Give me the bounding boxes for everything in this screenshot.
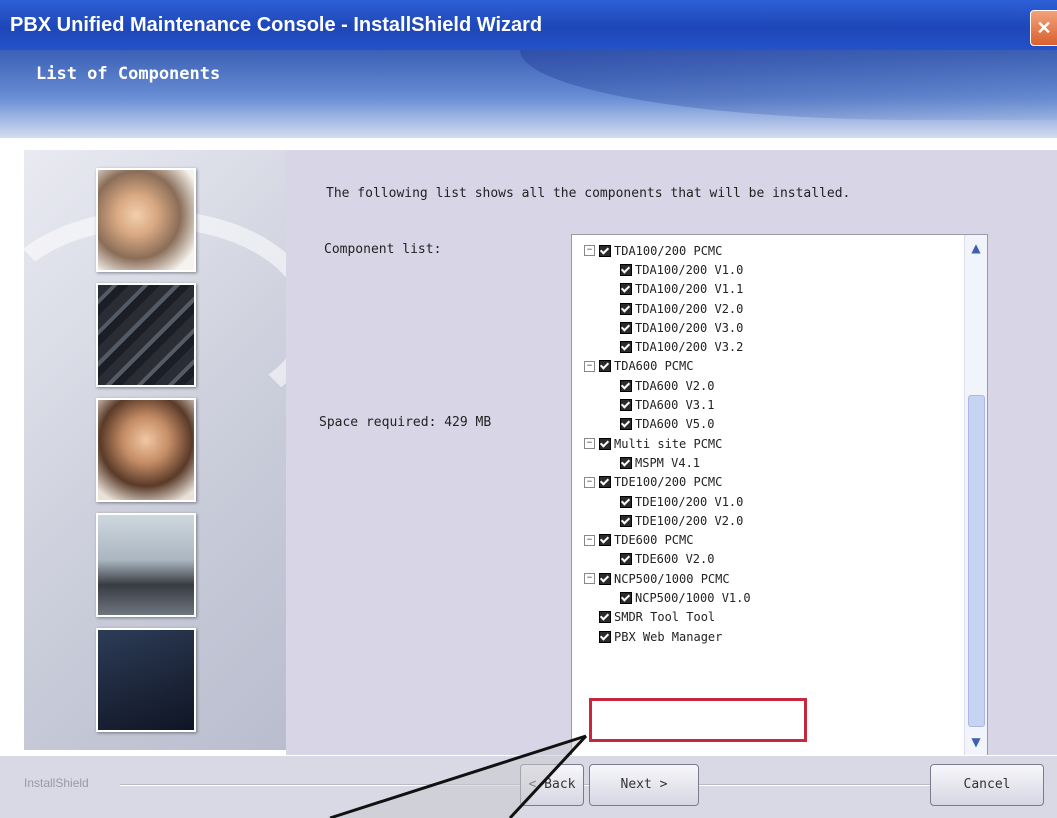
keypad-image xyxy=(96,283,196,387)
checked-checkbox-icon[interactable] xyxy=(620,379,632,392)
headset-woman-image xyxy=(96,168,196,272)
tree-item[interactable]: TDA100/200 V3.0 xyxy=(572,318,964,337)
checked-checkbox-icon[interactable] xyxy=(620,456,632,469)
wizard-footer: InstallShield < Back Next > Cancel xyxy=(0,755,1057,818)
tree-item[interactable]: TDA600 V5.0 xyxy=(572,415,964,434)
tree-item[interactable]: MSPM V4.1 xyxy=(572,453,964,472)
component-list-label: Component list: xyxy=(324,242,442,257)
component-tree[interactable]: − TDA100/200 PCMC TDA100/200 V1.0 TDA100/20… xyxy=(571,234,988,756)
tree-item-label: TDA100/200 PCMC xyxy=(614,243,723,258)
installshield-brand: InstallShield xyxy=(24,776,89,790)
tree-item-label: TDA100/200 V2.0 xyxy=(635,301,744,316)
tree-item[interactable]: SMDR Tool Tool xyxy=(572,608,964,627)
checked-checkbox-icon[interactable] xyxy=(620,341,632,354)
next-button[interactable]: Next > xyxy=(589,764,699,806)
checked-checkbox-icon[interactable] xyxy=(599,476,611,489)
tree-item-label: NCP500/1000 PCMC xyxy=(614,571,730,586)
tree-item-label: TDA600 V5.0 xyxy=(635,417,715,432)
checked-checkbox-icon[interactable] xyxy=(599,244,611,257)
tree-item[interactable]: TDA100/200 V1.1 xyxy=(572,280,964,299)
checked-checkbox-icon[interactable] xyxy=(599,630,611,643)
checked-checkbox-icon[interactable] xyxy=(620,591,632,604)
scroll-up-arrow-icon[interactable]: ▲ xyxy=(967,239,985,257)
checked-checkbox-icon[interactable] xyxy=(599,611,611,624)
window-title: PBX Unified Maintenance Console - Instal… xyxy=(10,14,543,36)
pbx-unit-image xyxy=(96,628,196,732)
tree-item[interactable]: TDE600 V2.0 xyxy=(572,550,964,569)
space-required: Space required: 429 MB xyxy=(319,415,492,430)
desk-phone-image xyxy=(96,513,196,617)
tree-item-label: NCP500/1000 V1.0 xyxy=(635,590,751,605)
collapse-icon[interactable]: − xyxy=(584,476,595,488)
tree-item-label: TDE600 PCMC xyxy=(614,533,694,548)
tree-item[interactable]: − TDE100/200 PCMC xyxy=(572,473,964,492)
tree-item[interactable]: NCP500/1000 V1.0 xyxy=(572,588,964,607)
tree-item-label: MSPM V4.1 xyxy=(635,455,701,470)
tree-item[interactable]: TDA100/200 V3.2 xyxy=(572,337,964,356)
tree-item[interactable]: − TDA600 PCMC xyxy=(572,357,964,376)
tree-item-label: TDE600 V2.0 xyxy=(635,552,715,567)
tree-item-label: TDE100/200 V1.0 xyxy=(635,494,744,509)
checked-checkbox-icon[interactable] xyxy=(620,495,632,508)
tree-item[interactable]: − TDA100/200 PCMC xyxy=(572,241,964,260)
tree-item[interactable]: TDA600 V3.1 xyxy=(572,395,964,414)
page-title: List of Components xyxy=(36,64,221,84)
installer-window: PBX Unified Maintenance Console - Instal… xyxy=(0,0,1057,818)
tree-item[interactable]: PBX Web Manager xyxy=(572,627,964,646)
checked-checkbox-icon[interactable] xyxy=(620,418,632,431)
collapse-icon[interactable]: − xyxy=(584,573,595,585)
tree-item[interactable]: − Multi site PCMC xyxy=(572,434,964,453)
collapse-icon[interactable]: − xyxy=(584,438,595,450)
title-bar: PBX Unified Maintenance Console - Instal… xyxy=(0,0,1057,50)
collapse-icon[interactable]: − xyxy=(584,534,595,546)
component-tree-list: − TDA100/200 PCMC TDA100/200 V1.0 TDA100/20… xyxy=(572,241,964,646)
header-decoration xyxy=(520,50,1057,120)
tree-item-label: TDA600 V2.0 xyxy=(635,378,715,393)
tree-scrollbar[interactable]: ▲ ▼ xyxy=(964,235,987,755)
back-button[interactable]: < Back xyxy=(520,764,584,806)
tree-item[interactable]: TDA600 V2.0 xyxy=(572,376,964,395)
highlight-box xyxy=(589,698,807,742)
checked-checkbox-icon[interactable] xyxy=(620,302,632,315)
wizard-header: List of Components xyxy=(0,50,1057,138)
tree-item[interactable]: TDA100/200 V2.0 xyxy=(572,299,964,318)
checked-checkbox-icon[interactable] xyxy=(599,534,611,547)
cancel-button[interactable]: Cancel xyxy=(930,764,1044,806)
checked-checkbox-icon[interactable] xyxy=(620,399,632,412)
scroll-thumb[interactable] xyxy=(968,395,985,727)
tree-item[interactable]: TDE100/200 V1.0 xyxy=(572,492,964,511)
tree-item-label: TDE100/200 V2.0 xyxy=(635,513,744,528)
tree-item-label: TDA100/200 V3.2 xyxy=(635,340,744,355)
tree-item-label: TDA100/200 V1.0 xyxy=(635,262,744,277)
checked-checkbox-icon[interactable] xyxy=(599,572,611,585)
tree-item-label: SMDR Tool Tool xyxy=(614,610,716,625)
checked-checkbox-icon[interactable] xyxy=(620,321,632,334)
tree-item[interactable]: TDE100/200 V2.0 xyxy=(572,511,964,530)
checked-checkbox-icon[interactable] xyxy=(620,283,632,296)
tree-item-label: PBX Web Manager xyxy=(614,629,723,644)
tree-item[interactable]: TDA100/200 V1.0 xyxy=(572,260,964,279)
tree-item[interactable]: − NCP500/1000 PCMC xyxy=(572,569,964,588)
scroll-down-arrow-icon[interactable]: ▼ xyxy=(967,733,985,751)
tree-item-label: TDA600 PCMC xyxy=(614,359,694,374)
tree-item-label: TDA100/200 V1.1 xyxy=(635,282,744,297)
checked-checkbox-icon[interactable] xyxy=(599,360,611,373)
checked-checkbox-icon[interactable] xyxy=(620,553,632,566)
tree-item-label: TDA100/200 V3.0 xyxy=(635,320,744,335)
tree-item[interactable]: − TDE600 PCMC xyxy=(572,530,964,549)
sidebar-images xyxy=(0,150,320,750)
checked-checkbox-icon[interactable] xyxy=(620,514,632,527)
tree-item-label: TDA600 V3.1 xyxy=(635,398,715,413)
tree-item-label: Multi site PCMC xyxy=(614,436,723,451)
intro-text: The following list shows all the compone… xyxy=(326,186,851,201)
close-icon[interactable]: ✕ xyxy=(1030,10,1057,46)
main-panel: The following list shows all the compone… xyxy=(286,150,1057,756)
phone-woman-image xyxy=(96,398,196,502)
tree-item-label: TDE100/200 PCMC xyxy=(614,475,723,490)
checked-checkbox-icon[interactable] xyxy=(620,263,632,276)
collapse-icon[interactable]: − xyxy=(584,245,595,257)
checked-checkbox-icon[interactable] xyxy=(599,437,611,450)
collapse-icon[interactable]: − xyxy=(584,360,595,372)
